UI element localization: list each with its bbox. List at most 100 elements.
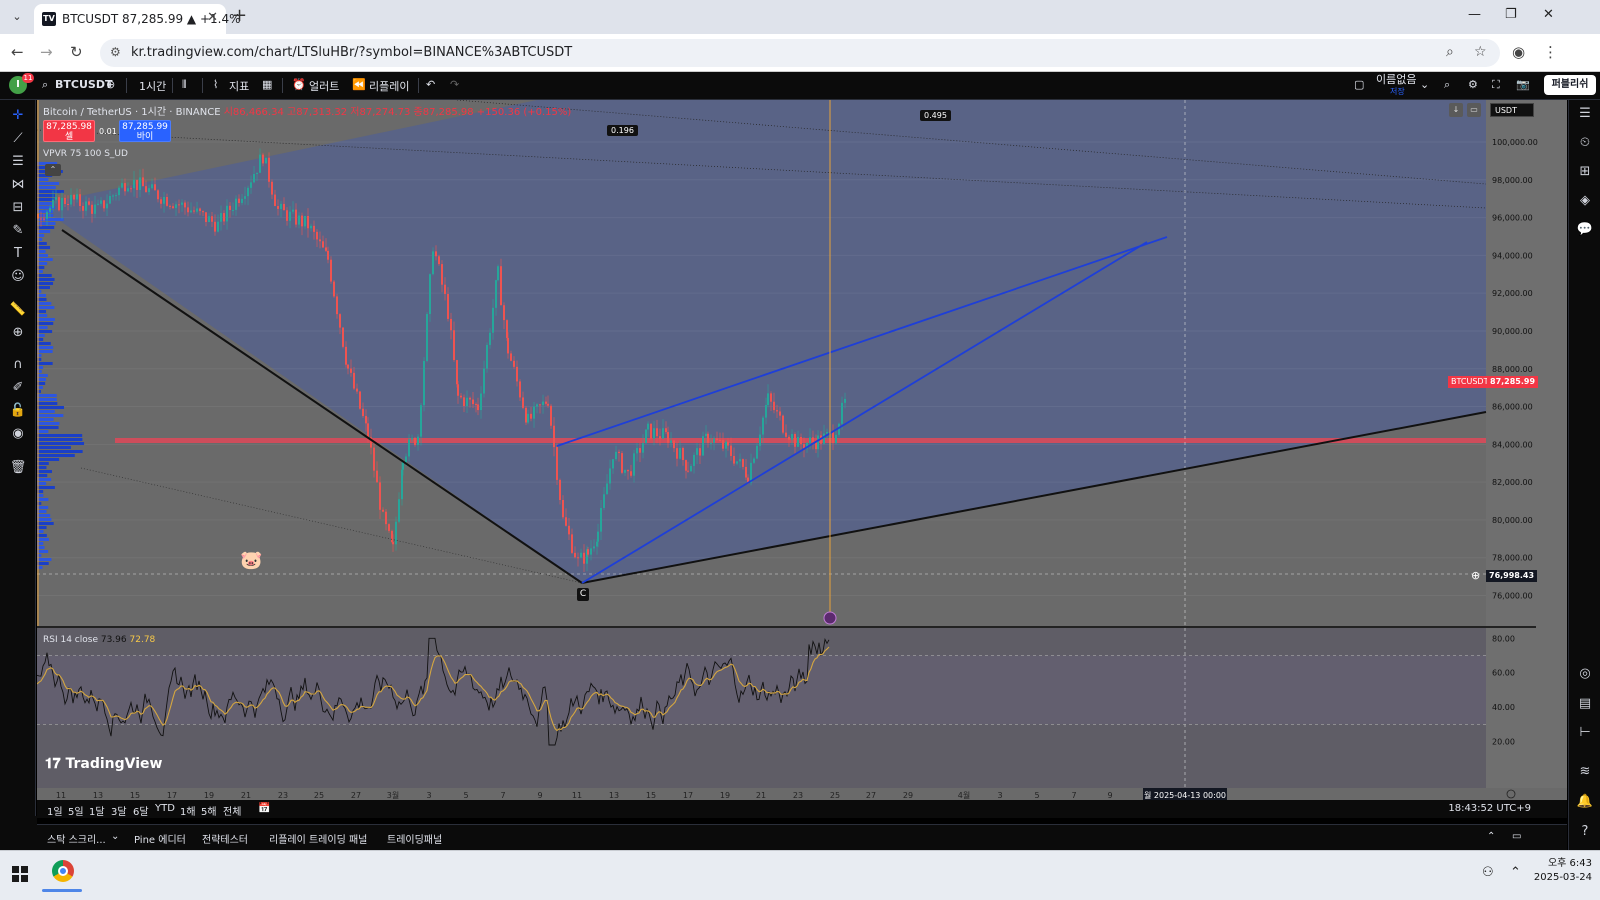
alert-icon[interactable]: ⏰ [292, 78, 306, 91]
trash-icon[interactable]: 🗑 [8, 458, 28, 478]
fib-retracement-icon[interactable]: ☰ [8, 152, 28, 172]
quick-search-icon[interactable]: ⌕ [1444, 78, 1450, 92]
scroll-to-latest-icon[interactable]: ↓ [1449, 103, 1463, 117]
zoom-icon[interactable]: ⌕ [1446, 44, 1454, 60]
back-icon[interactable]: ← [11, 43, 24, 61]
range-6m[interactable]: 6달 [133, 803, 149, 818]
settings-gear-icon[interactable]: ⚙ [1468, 78, 1478, 91]
text-tool-icon[interactable]: T [8, 244, 28, 264]
redo-icon[interactable]: ↷ [450, 78, 459, 91]
expand-panel-icon[interactable]: ⌃ [1487, 831, 1495, 842]
hide-drawings-eye-icon[interactable]: ◉ [8, 424, 28, 444]
range-all[interactable]: 전체 [223, 803, 241, 818]
zoom-in-icon[interactable]: ⊕ [8, 323, 28, 343]
range-1y[interactable]: 1해 [180, 803, 196, 818]
windows-start-icon[interactable] [12, 866, 28, 882]
emoji-icon[interactable]: ☺ [8, 267, 28, 287]
tradingview-logo[interactable]: 𝟏𝟕 TradingView [45, 756, 162, 772]
layout-dropdown-icon[interactable]: ⌄ [1420, 78, 1429, 91]
range-3m[interactable]: 3달 [111, 803, 127, 818]
system-clock[interactable]: 오후 6:43 2025-03-24 [1532, 857, 1592, 885]
url-text[interactable]: kr.tradingview.com/chart/LTSluHBr/?symbo… [131, 45, 572, 60]
range-5y[interactable]: 5해 [201, 803, 217, 818]
alerts-clock-icon[interactable]: ⏲ [1575, 133, 1595, 153]
chart-pane[interactable]: 100,000.00 98,000.00 96,000.00 94,000.00 92,… [37, 100, 1567, 810]
range-5d[interactable]: 5일 [68, 803, 84, 818]
chart-clock[interactable]: 18:43:52 UTC+9 [1448, 803, 1531, 814]
restore-icon[interactable]: ❐ [1505, 7, 1517, 22]
tab-replay-panel[interactable]: 리플레이 트레이딩 패널 [269, 831, 367, 846]
minimize-icon[interactable]: — [1468, 7, 1481, 22]
stream-icon[interactable]: ≋ [1575, 762, 1595, 782]
pine-icon[interactable]: ⊢ [1575, 723, 1595, 743]
undo-icon[interactable]: ↶ [426, 78, 435, 91]
candle-type-icon[interactable]: ⫴ [182, 78, 187, 92]
watchlist-icon[interactable]: ☰ [1575, 104, 1595, 124]
symbol-search-icon[interactable]: ⌕ [42, 78, 48, 92]
replay-icon[interactable]: ⏪ [352, 78, 366, 91]
help-icon[interactable]: ? [1575, 822, 1595, 842]
maximize-panel-icon[interactable]: ▭ [1512, 831, 1521, 842]
publish-button[interactable]: 퍼블리쉬 [1544, 75, 1596, 95]
brush-icon[interactable]: ✎ [8, 221, 28, 241]
fullscreen-icon[interactable]: ⛶ [1492, 78, 1500, 92]
new-tab-icon[interactable]: + [232, 6, 247, 26]
ruler-icon[interactable]: 📏 [8, 300, 28, 320]
compare-symbol-icon[interactable]: ⊕ [106, 78, 115, 91]
buy-button[interactable]: 87,285.99 바이 [119, 120, 171, 142]
close-tab-icon[interactable]: ✕ [207, 10, 218, 25]
templates-icon[interactable]: ▦ [262, 78, 272, 91]
people-tray-icon[interactable]: ⚇ [1482, 865, 1494, 880]
chat-icon[interactable]: 💬 [1575, 220, 1595, 240]
bookmark-star-icon[interactable]: ☆ [1474, 44, 1487, 60]
pig-emoji-drawing[interactable]: 🐷 [240, 550, 264, 572]
rsi-legend[interactable]: RSI 14 close 73.96 72.78 [43, 635, 155, 645]
browser-tab[interactable]: TV BTCUSDT 87,285.99 ▲ +1.4% ✕ [34, 4, 241, 34]
range-1m[interactable]: 1달 [89, 803, 105, 818]
tab-trading-panel[interactable]: 트레이딩패널 [387, 831, 442, 846]
snapshot-camera-icon[interactable]: 📷 [1516, 78, 1530, 91]
tab-strategy-tester[interactable]: 전략테스터 [202, 831, 248, 846]
layout-name-button[interactable]: 이름없음 저장 [1376, 74, 1416, 97]
currency-select[interactable]: USDT [1490, 103, 1534, 117]
alert-button[interactable]: 얼러트 [309, 78, 339, 94]
tab-pine-editor[interactable]: Pine 에디터 [134, 831, 186, 846]
trend-line-icon[interactable]: ⟋ [8, 129, 28, 149]
sell-button[interactable]: 87,285.98 셀 [43, 120, 95, 142]
tab-list-icon[interactable]: ⌄ [6, 6, 28, 28]
replay-button[interactable]: 리플레이 [369, 78, 409, 94]
screener-dropdown-icon[interactable]: ⌄ [111, 831, 119, 842]
forward-icon[interactable]: → [40, 43, 53, 61]
reload-icon[interactable]: ↻ [70, 43, 83, 61]
chrome-icon[interactable] [52, 860, 74, 882]
close-window-icon[interactable]: ✕ [1543, 7, 1554, 22]
notification-bell-icon[interactable]: 🔔 [1575, 792, 1595, 812]
browser-menu-icon[interactable]: ⋮ [1543, 43, 1558, 61]
range-1d[interactable]: 1일 [47, 803, 63, 818]
lock-icon[interactable]: 🔓 [8, 401, 28, 421]
maximize-pane-icon[interactable]: ▭ [1467, 103, 1481, 117]
indicators-icon[interactable]: ⌇ [213, 78, 218, 91]
pattern-tool-icon[interactable]: ⋈ [8, 175, 28, 195]
prediction-tool-icon[interactable]: ⊟ [8, 198, 28, 218]
symbol-search-button[interactable]: BTCUSDT [55, 78, 112, 91]
lock-drawing-mode-icon[interactable]: ✐ [8, 378, 28, 398]
vpvr-legend[interactable]: VPVR 75 100 S_UD [43, 149, 128, 159]
layers-icon[interactable]: ◈ [1575, 191, 1595, 211]
goto-date-icon[interactable]: 📅 [258, 803, 270, 814]
tab-stock-screener[interactable]: 스탁 스크리... [47, 831, 106, 846]
omnibox[interactable]: ⚙ kr.tradingview.com/chart/LTSluHBr/?sym… [100, 39, 1500, 67]
crosshair-icon[interactable]: ✛ [8, 106, 28, 126]
target-icon[interactable]: ◎ [1575, 664, 1595, 684]
profile-icon[interactable]: ◉ [1512, 43, 1525, 61]
object-tree-icon[interactable]: ⊞ [1575, 162, 1595, 182]
range-ytd[interactable]: YTD [155, 803, 175, 814]
calendar-icon[interactable]: ▤ [1575, 694, 1595, 714]
site-info-icon[interactable]: ⚙ [110, 45, 121, 59]
magnet-icon[interactable]: ∩ [8, 355, 28, 375]
indicators-button[interactable]: 지표 [229, 78, 249, 94]
multi-layout-icon[interactable]: ▢ [1354, 78, 1364, 91]
add-alert-plus-icon[interactable]: ⊕ [1471, 570, 1480, 582]
tray-overflow-icon[interactable]: ⌃ [1510, 865, 1521, 880]
interval-button[interactable]: 1시간 [139, 78, 166, 94]
